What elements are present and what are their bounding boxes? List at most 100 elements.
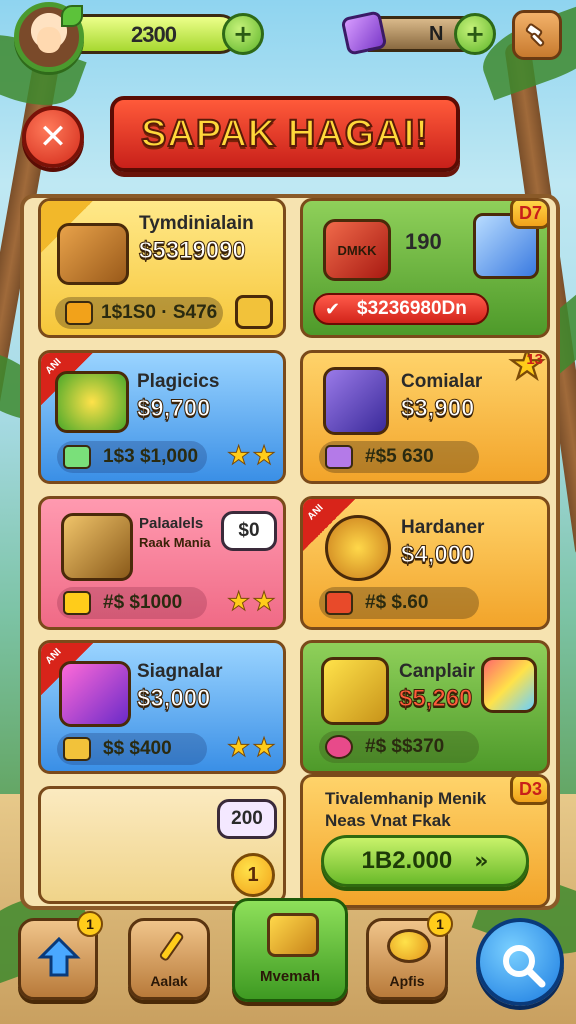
star-icon	[65, 301, 93, 325]
shop-item-card[interactable]: Tymdinialain $5319090 1$1S0 · S476	[38, 198, 286, 338]
golden-frame-icon	[321, 657, 389, 725]
book-icon: DMKK	[323, 219, 391, 281]
item-price: $3,900	[400, 395, 475, 423]
badge-value: 1	[86, 916, 94, 932]
plus-icon: +	[464, 20, 486, 48]
shop-item-card[interactable]: Canplair $5,260 #$ $$370	[300, 640, 550, 774]
item-name: Siagnalar	[137, 661, 223, 682]
star-rating: ★ ★	[226, 587, 276, 617]
arrow-right-icon: »	[474, 848, 489, 874]
item-cost: #$ $$370	[365, 736, 445, 757]
shop-item-card[interactable]: Palaalels Raak Mania $0 #$ $1000 ★ ★	[38, 496, 286, 630]
search-icon	[503, 945, 546, 988]
buy-button[interactable]: 1B2.000 »	[321, 835, 529, 887]
item-cost: $$ $400	[103, 738, 172, 759]
item-name: Plagicics	[137, 371, 220, 392]
speech-bubble: 200	[217, 799, 277, 839]
home-arrow-icon	[37, 936, 81, 977]
bubble-value: 200	[231, 808, 263, 829]
speech-bubble: $0	[221, 511, 277, 551]
badge-value: D3	[518, 778, 542, 799]
item-cost: #$ $.60	[365, 592, 429, 613]
gold-shield-icon	[325, 515, 391, 581]
plus-icon: +	[232, 20, 254, 48]
title-banner: SAPAK HAGAI!	[110, 96, 460, 172]
add-coins-button[interactable]: +	[222, 13, 264, 55]
ticket-icon	[63, 445, 91, 469]
item-cost: 1$3 $1,000	[103, 446, 199, 467]
player-avatar[interactable]	[14, 2, 84, 72]
fabric-icon	[481, 657, 537, 713]
offer-title: Tivalemhanip Menik	[325, 789, 487, 808]
gem-value: N	[429, 23, 444, 45]
star-rating: ★ ★	[226, 441, 276, 471]
nav-label: Aalak	[150, 973, 188, 989]
shop-item-card[interactable]: ANI Siagnalar $3,000 $$ $400 ★ ★	[38, 640, 286, 774]
shop-item-card[interactable]: DMKK 190 $3236980Dn ✔ D7	[300, 198, 550, 338]
nav-label: Apfis	[389, 973, 425, 989]
shop-item-card[interactable]: 200 1	[38, 786, 286, 904]
gift-icon	[63, 591, 91, 615]
coin-value: 1	[247, 863, 259, 886]
coin-counter: 2300	[74, 14, 240, 54]
gem-icon	[340, 10, 388, 56]
item-cost: #$5 630	[365, 446, 434, 467]
item-box-label: DMKK	[337, 242, 377, 258]
bubble-value: $0	[238, 520, 260, 541]
notification-badge: 1	[77, 911, 103, 937]
page-title: SAPAK HAGAI!	[140, 112, 429, 156]
leaf-icon	[61, 5, 83, 27]
chest-icon	[57, 223, 129, 285]
item-name: Hardaner	[401, 517, 485, 538]
item-price: 190	[405, 229, 442, 254]
corner-label: ANI	[305, 502, 326, 523]
item-name: Canplair	[399, 661, 476, 682]
flowers-icon	[55, 371, 129, 433]
nav-coins[interactable]: Apfis 1	[366, 911, 453, 1000]
nav-home[interactable]: 1	[18, 911, 103, 1000]
close-icon: ✕	[38, 117, 68, 157]
shop-board: Tymdinialain $5319090 1$1S0 · S476 DMKK …	[20, 194, 560, 910]
rainbow-box-icon	[59, 661, 131, 727]
shop-item-card[interactable]: ANI Hardaner $4,000 #$ $.60	[300, 496, 550, 630]
badge-value: D7	[518, 202, 542, 223]
settings-button[interactable]	[512, 10, 562, 60]
item-price: $3,000	[136, 685, 211, 713]
item-price: $9,700	[136, 395, 211, 423]
shop-chest-icon	[267, 913, 319, 957]
item-cost: $3236980Dn	[357, 298, 467, 319]
item-price: $4,000	[400, 541, 475, 569]
offer-subtitle: Neas Vnat Fkak	[325, 811, 451, 830]
item-cost: #$ $1000	[103, 592, 183, 613]
bag-icon	[325, 591, 353, 615]
item-subtitle: Raak Mania	[139, 535, 211, 550]
close-button[interactable]: ✕	[22, 106, 84, 168]
character-icon	[323, 367, 389, 435]
nav-tools[interactable]: Aalak	[128, 918, 210, 1000]
coin-stack-icon	[235, 295, 273, 329]
discount-badge: D3	[509, 777, 547, 805]
search-button[interactable]	[476, 918, 564, 1006]
corner-label: ANI	[43, 646, 64, 667]
coin-value: 2300	[131, 22, 177, 47]
badge-value: 1	[436, 916, 444, 932]
item-name: Tymdinialain	[139, 213, 254, 234]
item-name: Palaalels	[139, 515, 204, 532]
potion-icon	[325, 735, 353, 759]
shop-item-card[interactable]: Comialar $3,900 #$5 630 ★ 13	[300, 350, 550, 484]
nav-label: Mvemah	[259, 968, 321, 985]
shop-item-card[interactable]: ANI Plagicics $9,700 1$3 $1,000 ★ ★	[38, 350, 286, 484]
nav-shop[interactable]: Mvemah	[232, 898, 348, 1002]
item-cost: 1$1S0 · S476	[101, 302, 218, 323]
coin-icon: 1	[231, 853, 275, 897]
coin-stack-icon	[387, 929, 431, 963]
crate-icon	[63, 737, 91, 761]
badge-value: 13	[526, 351, 543, 368]
item-price: $5,260	[398, 685, 473, 713]
item-name: Comialar	[401, 371, 483, 392]
hammer-icon	[525, 23, 545, 47]
gem-icon	[325, 445, 353, 469]
tools-icon	[159, 931, 184, 961]
add-gems-button[interactable]: +	[454, 13, 496, 55]
featured-offer-card[interactable]: Tivalemhanip Menik Neas Vnat Fkak D3 1B2…	[300, 774, 550, 908]
